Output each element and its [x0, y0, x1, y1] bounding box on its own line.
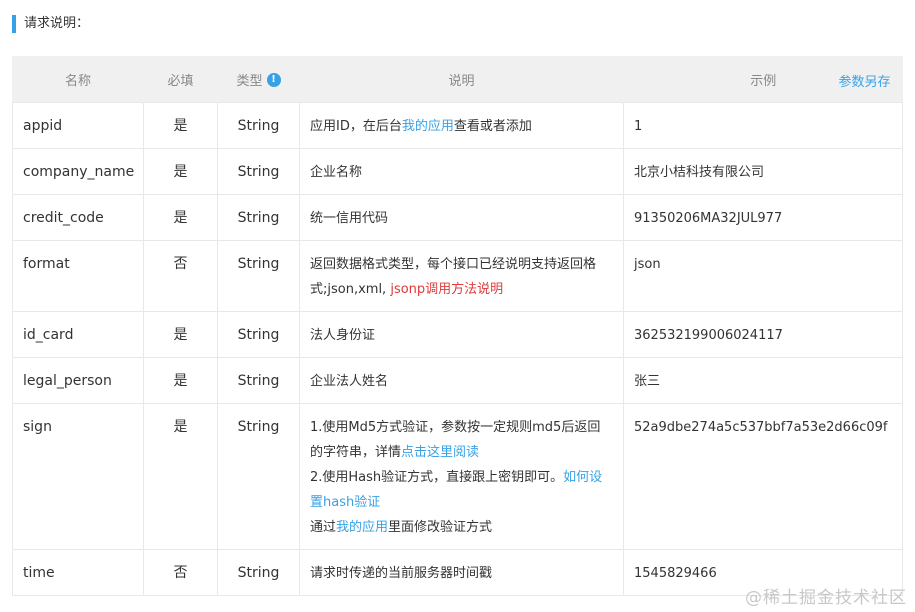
param-required: 是: [143, 403, 218, 550]
param-description: 企业法人姓名: [299, 357, 624, 404]
param-type: String: [217, 194, 300, 241]
param-required: 是: [143, 357, 218, 404]
param-type: String: [217, 102, 300, 149]
section-title: 请求说明：: [12, 15, 89, 33]
param-type: String: [217, 357, 300, 404]
param-required: 否: [143, 549, 218, 596]
param-description: 1.使用Md5方式验证，参数按一定规则md5后返回的字符串，详情点击这里阅读 2…: [299, 403, 624, 550]
my-apps-link[interactable]: 我的应用: [402, 119, 454, 134]
save-params-link[interactable]: 参数另存: [838, 71, 890, 90]
param-name: sign: [12, 403, 144, 550]
desc-text: 里面修改验证方式: [388, 520, 493, 535]
info-icon[interactable]: !: [266, 72, 281, 87]
table-row: sign 是 String 1.使用Md5方式验证，参数按一定规则md5后返回的…: [12, 403, 903, 550]
table-row: id_card 是 String 法人身份证 36253219900602411…: [12, 311, 903, 358]
header-name: 名称: [12, 56, 144, 103]
param-type: String: [217, 403, 300, 550]
param-required: 是: [143, 194, 218, 241]
param-type: String: [217, 549, 300, 596]
param-description: 请求时传递的当前服务器时间戳: [299, 549, 624, 596]
table-row: format 否 String 返回数据格式类型，每个接口已经说明支持返回格式;…: [12, 240, 903, 312]
desc-text: 2.使用Hash验证方式，直接跟上密钥即可。: [310, 470, 564, 485]
param-example: 张三: [623, 357, 903, 404]
param-example: json: [623, 240, 903, 312]
desc-text: 应用ID，在后台: [310, 119, 402, 134]
params-table: 名称 必填 类型! 说明 示例 参数另存 appid 是 String 应用ID，…: [12, 56, 903, 596]
param-required: 是: [143, 148, 218, 195]
table-header-row: 名称 必填 类型! 说明 示例 参数另存: [12, 56, 903, 103]
param-required: 是: [143, 102, 218, 149]
param-required: 是: [143, 311, 218, 358]
header-example-label: 示例: [750, 73, 777, 89]
header-example: 示例 参数另存: [623, 56, 903, 103]
header-required: 必填: [143, 56, 218, 103]
param-type: String: [217, 311, 300, 358]
param-type: String: [217, 148, 300, 195]
param-name: time: [12, 549, 144, 596]
header-type: 类型!: [217, 56, 300, 103]
param-example: 1: [623, 102, 903, 149]
header-type-label: 类型: [236, 73, 263, 89]
param-description: 法人身份证: [299, 311, 624, 358]
table-row: company_name 是 String 企业名称 北京小桔科技有限公司: [12, 148, 903, 195]
desc-text: 通过: [310, 520, 337, 535]
param-name: format: [12, 240, 144, 312]
watermark: @稀土掘金技术社区: [745, 588, 907, 608]
table-row: appid 是 String 应用ID，在后台我的应用查看或者添加 1: [12, 102, 903, 149]
param-example: 52a9dbe274a5c537bbf7a53e2d66c09f: [623, 403, 903, 550]
param-name: appid: [12, 102, 144, 149]
param-name: company_name: [12, 148, 144, 195]
table-row: legal_person 是 String 企业法人姓名 张三: [12, 357, 903, 404]
jsonp-docs-link[interactable]: jsonp调用方法说明: [390, 282, 503, 297]
param-description: 返回数据格式类型，每个接口已经说明支持返回格式;json,xml, jsonp调…: [299, 240, 624, 312]
my-apps-link[interactable]: 我的应用: [336, 520, 388, 535]
param-description: 统一信用代码: [299, 194, 624, 241]
param-example: 北京小桔科技有限公司: [623, 148, 903, 195]
param-type: String: [217, 240, 300, 312]
param-name: id_card: [12, 311, 144, 358]
desc-text: 查看或者添加: [453, 119, 532, 134]
header-description: 说明: [299, 56, 624, 103]
table-row: credit_code 是 String 统一信用代码 91350206MA32…: [12, 194, 903, 241]
read-more-link[interactable]: 点击这里阅读: [401, 445, 479, 460]
param-description: 应用ID，在后台我的应用查看或者添加: [299, 102, 624, 149]
param-name: credit_code: [12, 194, 144, 241]
param-example: 91350206MA32JUL977: [623, 194, 903, 241]
param-name: legal_person: [12, 357, 144, 404]
param-required: 否: [143, 240, 218, 312]
param-example: 362532199006024117: [623, 311, 903, 358]
param-description: 企业名称: [299, 148, 624, 195]
